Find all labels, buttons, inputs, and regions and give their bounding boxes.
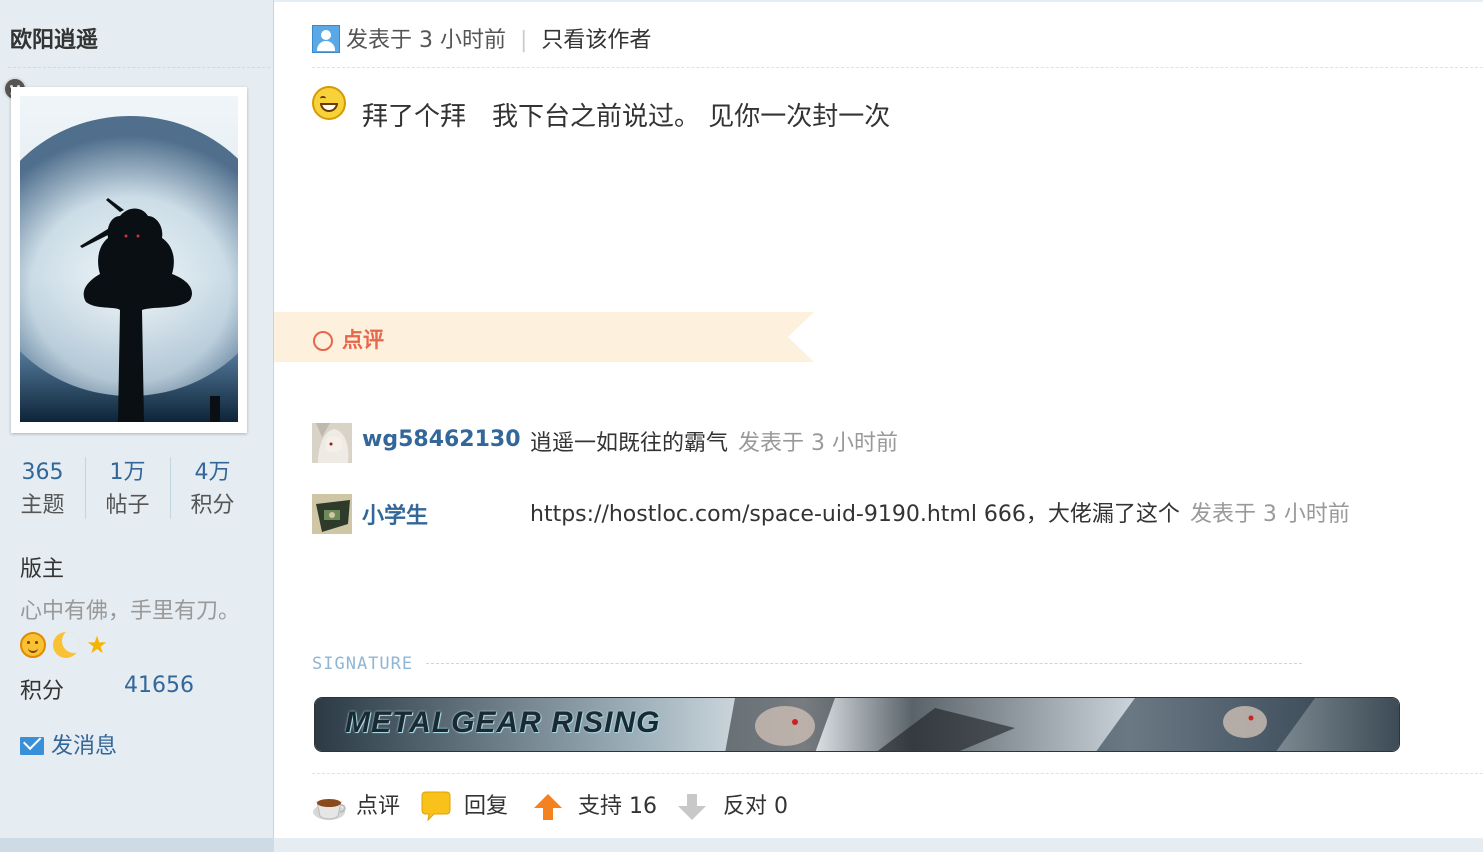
rating-title: 点评 (342, 328, 384, 352)
commenter-name-link[interactable]: 小学生 (362, 498, 428, 530)
grin-smiley-icon (312, 86, 346, 120)
comment-body: https://hostloc.com/space-uid-9190.html … (530, 496, 1350, 528)
signature-divider (426, 663, 1302, 664)
post-content: 拜了个拜 我下台之前说过。 见你一次封一次 (312, 86, 890, 133)
sun-icon (20, 632, 46, 658)
comment-time: 发表于 3 小时前 (1189, 502, 1350, 527)
down-arrow-icon (678, 794, 706, 820)
star-icon: ★ (86, 631, 108, 659)
coffee-cup-icon (313, 799, 346, 820)
post-bottom-band (274, 838, 1483, 852)
commenter-name-link[interactable]: wg58462130 (362, 427, 521, 452)
rate-button[interactable]: 点评 (312, 790, 402, 824)
comment-text: 逍遥一如既往的霸气 (530, 431, 729, 456)
comment-text: https://hostloc.com/space-uid-9190.html … (530, 502, 1180, 527)
rating-circle-icon (313, 331, 333, 351)
sidebar-bottom-band (0, 838, 274, 852)
credit-value: 41656 (124, 673, 194, 698)
signature-label: SIGNATURE (312, 654, 414, 674)
stat-posts-label: 帖子 (105, 493, 150, 518)
credit-label: 积分 (20, 679, 65, 704)
user-icon (312, 25, 340, 53)
moon-icon (53, 632, 80, 658)
reply-label: 回复 (464, 794, 509, 819)
post-message: 拜了个拜 我下台之前说过。 见你一次封一次 (362, 102, 891, 132)
stat-posts-value: 1万 (109, 460, 146, 485)
support-button[interactable]: 支持 16 (532, 790, 662, 824)
comment-body: 逍遥一如既往的霸气 发表于 3 小时前 (530, 425, 898, 457)
commenter-avatar[interactable] (312, 494, 352, 534)
level-icons: ★ (20, 632, 110, 662)
post-header-divider (312, 67, 1483, 68)
comment-time: 发表于 3 小时前 (738, 431, 898, 456)
oppose-label: 反对 0 (723, 794, 788, 819)
author-avatar[interactable] (11, 87, 247, 433)
header-separator: | (519, 28, 528, 53)
reply-button[interactable]: 回复 (420, 790, 520, 824)
user-group-link[interactable]: 版主 (20, 551, 64, 583)
stat-topics[interactable]: 365 主题 (0, 455, 85, 521)
avatar-image (20, 96, 238, 422)
speech-bubble-icon (421, 791, 451, 822)
author-sidebar: 欧阳逍遥 365 主题 1万 帖子 4万 积分 版主 心中有佛，手里有刀。 ★ … (0, 0, 274, 852)
stat-credits-label: 积分 (190, 493, 235, 518)
oppose-button[interactable]: 反对 0 (676, 790, 796, 824)
send-message-label: 发消息 (51, 734, 118, 759)
mail-icon (20, 737, 44, 755)
credit-row: 积分 41656 (20, 673, 194, 705)
signature-banner-text: METALGEAR RISING (345, 706, 661, 739)
rate-label: 点评 (356, 794, 401, 819)
sidebar-divider (8, 67, 270, 68)
support-label: 支持 16 (578, 794, 657, 819)
stat-topics-label: 主题 (20, 493, 65, 518)
up-arrow-icon (534, 794, 562, 820)
author-name-link[interactable]: 欧阳逍遥 (10, 22, 98, 54)
avatar-silhouette (20, 96, 238, 422)
commenter-avatar[interactable] (312, 423, 352, 463)
author-stats: 365 主题 1万 帖子 4万 积分 (0, 455, 255, 525)
send-message-button[interactable]: 发消息 (20, 728, 117, 760)
only-author-link[interactable]: 只看该作者 (541, 28, 651, 53)
post-header: 发表于 3 小时前 | 只看该作者 (312, 22, 651, 54)
rating-header: 点评 (274, 312, 814, 362)
stat-topics-value: 365 (21, 460, 64, 485)
stat-credits-value: 4万 (194, 460, 231, 485)
stat-posts[interactable]: 1万 帖子 (85, 455, 170, 521)
signature-divider-row: SIGNATURE (312, 654, 1302, 674)
custom-title: 心中有佛，手里有刀。 (20, 599, 241, 624)
post-time: 发表于 3 小时前 (346, 28, 506, 53)
post-footer-divider (312, 773, 1483, 774)
stat-credits[interactable]: 4万 积分 (170, 455, 255, 521)
signature-banner[interactable]: METALGEAR RISING (314, 697, 1400, 752)
